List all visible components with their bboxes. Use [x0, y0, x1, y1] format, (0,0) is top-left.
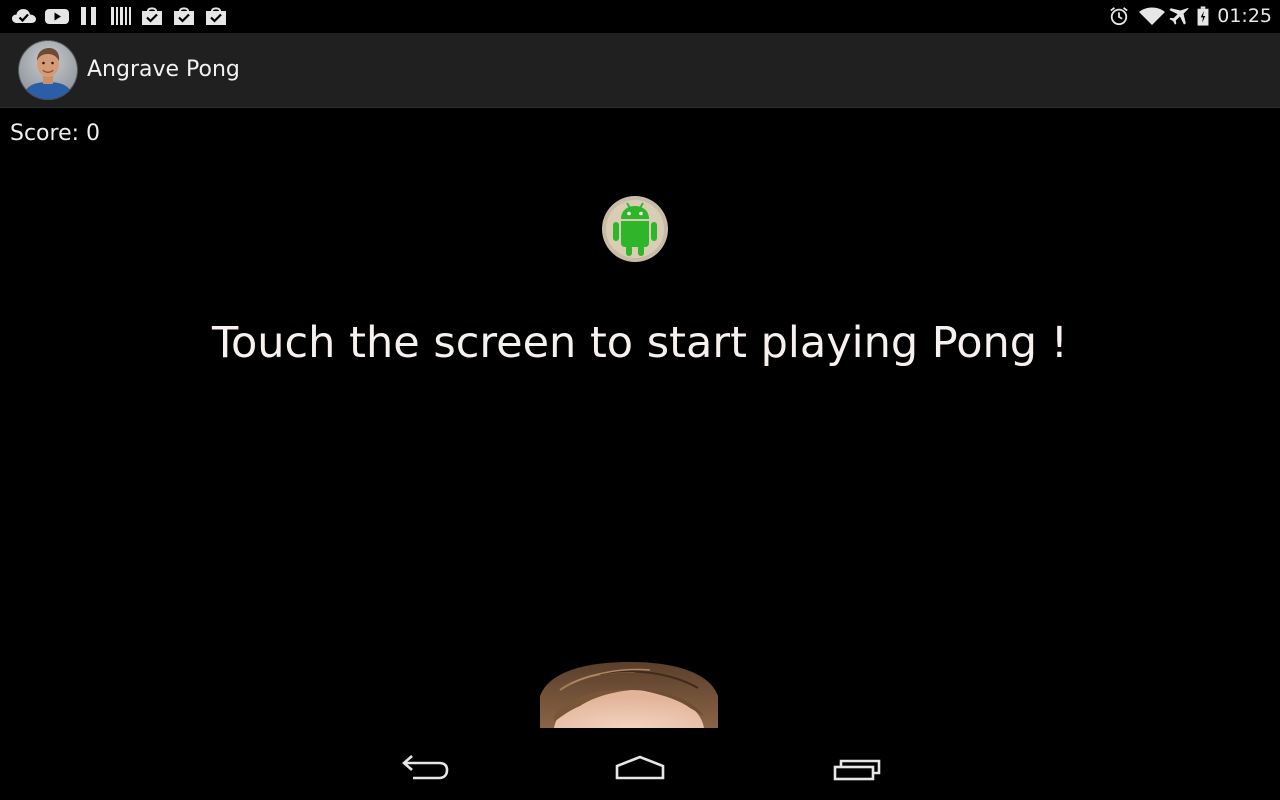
- app-avatar-icon[interactable]: [18, 40, 78, 100]
- home-button[interactable]: [605, 744, 675, 792]
- recents-icon: [833, 759, 881, 781]
- score-label: Score: 0: [10, 121, 101, 146]
- game-area[interactable]: Score: 0 Touch the screen to start playi…: [0, 108, 1280, 728]
- status-bar: 01:25: [0, 0, 1280, 33]
- pause-icon: [81, 7, 96, 25]
- home-icon: [615, 755, 665, 780]
- recents-button[interactable]: [823, 744, 893, 792]
- start-message: Touch the screen to start playing Pong !: [212, 318, 1068, 368]
- back-button[interactable]: [389, 744, 459, 792]
- shopping-bag-check-icon: [174, 7, 194, 25]
- navigation-bar: [0, 728, 1280, 800]
- alarm-icon: [1110, 7, 1128, 26]
- airplane-mode-icon: [1169, 7, 1189, 25]
- wifi-icon: [1139, 7, 1165, 25]
- shopping-bag-check-icon: [142, 7, 162, 25]
- shopping-bag-check-icon: [206, 7, 226, 25]
- app-title: Angrave Pong: [87, 57, 240, 82]
- android-robot-icon: [601, 195, 669, 263]
- face-photo-paddle[interactable]: [540, 660, 718, 728]
- action-bar: Angrave Pong: [0, 33, 1280, 108]
- battery-icon: [1197, 6, 1209, 26]
- barcode-icon: [111, 7, 131, 25]
- youtube-icon: [45, 9, 69, 24]
- status-clock: 01:25: [1217, 5, 1272, 27]
- back-icon: [402, 755, 449, 780]
- cloud-check-icon: [12, 9, 36, 23]
- device-screen: 01:25 Angrave Pong Score: 0 Touch the sc…: [0, 0, 1280, 800]
